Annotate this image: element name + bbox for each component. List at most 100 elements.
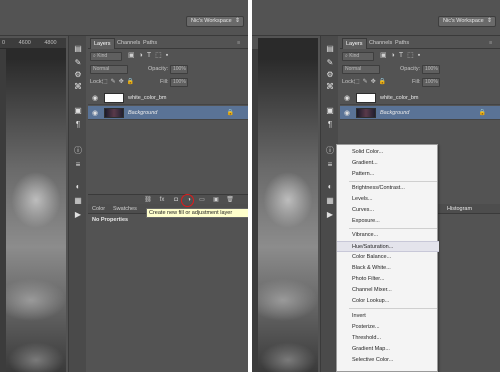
fx-icon[interactable]: fx <box>158 196 166 204</box>
menu-item-vibrance[interactable]: Vibrance... <box>337 230 439 241</box>
lock-row: Lock: ⬚✎✥🔒 Fill: 100% <box>340 76 500 88</box>
workspace-switcher[interactable]: Nic's Workspace ⇕ <box>438 16 496 27</box>
properties-icon[interactable]: ≡ <box>73 160 83 169</box>
menu-item-threshold[interactable]: Threshold... <box>337 333 439 344</box>
layers-bottom-bar: ⛓ fx ◘ ◑ ▭ ▣ 🗑 <box>88 194 248 204</box>
clone-source-icon[interactable]: ⌘ <box>73 82 83 91</box>
properties-icon[interactable]: ≡ <box>325 160 335 169</box>
tab-channels[interactable]: Channels <box>366 38 395 49</box>
layer-row[interactable]: ◉ white_color_bm <box>88 91 248 105</box>
menu-separator <box>349 228 437 229</box>
menu-item-color-lookup[interactable]: Color Lookup... <box>337 296 439 307</box>
opacity-field[interactable]: 100% <box>170 64 188 74</box>
tab-layers[interactable]: Layers <box>90 38 115 49</box>
brush-presets-icon[interactable]: ✎ <box>73 58 83 67</box>
layer-thumbnail <box>104 93 124 103</box>
tooltip-text: Create new fill or adjustment layer <box>149 210 233 216</box>
paragraph-icon[interactable]: ¶ <box>325 120 335 129</box>
tab-paths[interactable]: Paths <box>140 38 160 49</box>
layer-row-selected[interactable]: ◉ Background 🔒 <box>340 106 500 120</box>
menu-item-pattern[interactable]: Pattern... <box>337 169 439 180</box>
lock-icons[interactable]: ⬚✎✥🔒 <box>102 76 137 88</box>
blend-mode-select[interactable]: Normal <box>90 64 128 74</box>
menu-item-black-white[interactable]: Black & White... <box>337 263 439 274</box>
menu-item-photo-filter[interactable]: Photo Filter... <box>337 274 439 285</box>
blend-row: Normal Opacity: 100% <box>88 63 248 75</box>
info-icon[interactable]: ⓘ <box>73 146 83 155</box>
filter-kind-select[interactable]: ⌕ Kind <box>342 51 374 61</box>
adjust-icon[interactable]: ⚙ <box>73 70 83 79</box>
lock-icons[interactable]: ⬚✎✥🔒 <box>354 76 389 88</box>
menu-item-solid-color[interactable]: Solid Color... <box>337 147 439 158</box>
opacity-label: Opacity: <box>148 66 169 72</box>
filter-kind-label: Kind <box>97 52 108 59</box>
eye-icon[interactable]: ◉ <box>344 109 350 117</box>
lock-icon: 🔒 <box>478 110 486 116</box>
layer-filter-row: ⌕ Kind ▣◑T⬚▪ <box>340 50 500 62</box>
new-layer-icon[interactable]: ▣ <box>212 196 220 204</box>
eye-icon[interactable]: ◉ <box>344 94 350 102</box>
menu-item-levels[interactable]: Levels... <box>337 194 439 205</box>
fill-value: 100% <box>425 78 438 85</box>
brush-presets-icon[interactable]: ✎ <box>325 58 335 67</box>
menu-item-selective-color[interactable]: Selective Color... <box>337 355 439 366</box>
filter-kind-select[interactable]: ⌕ Kind <box>90 51 122 61</box>
layer-row[interactable]: ◉ white_color_bm <box>340 91 500 105</box>
menu-item-brightness-contrast[interactable]: Brightness/Contrast... <box>337 183 439 194</box>
panel-menu-icon[interactable]: ≡ <box>234 38 243 49</box>
actions-icon[interactable]: ▶ <box>325 210 335 219</box>
layer-row-selected[interactable]: ◉ Background 🔒 <box>88 106 248 120</box>
blend-mode-select[interactable]: Normal <box>342 64 380 74</box>
filter-icons[interactable]: ▣◑T⬚▪ <box>128 50 172 62</box>
panel-menu-icon[interactable]: ≡ <box>486 38 495 49</box>
tab-channels[interactable]: Channels <box>114 38 143 49</box>
right-screenshot: Nic's Workspace ⇕ ▤ ✎ ⚙ ⌘ ▣ ¶ ⓘ ≡ ◐ ▦ ▶ … <box>252 0 500 372</box>
mask-icon[interactable]: ◘ <box>172 196 180 204</box>
menu-item-exposure[interactable]: Exposure... <box>337 216 439 227</box>
swatches-icon[interactable]: ▦ <box>73 196 83 205</box>
fill-field[interactable]: 100% <box>422 77 440 87</box>
filter-icons[interactable]: ▣◑T⬚▪ <box>380 50 424 62</box>
eye-icon[interactable]: ◉ <box>92 109 98 117</box>
document-canvas[interactable] <box>6 60 66 372</box>
tab-histogram[interactable]: Histogram <box>444 204 475 214</box>
menu-item-posterize[interactable]: Posterize... <box>337 322 439 333</box>
opacity-field[interactable]: 100% <box>422 64 440 74</box>
folder-icon[interactable]: ▭ <box>198 196 206 204</box>
fill-field[interactable]: 100% <box>170 77 188 87</box>
history-icon[interactable]: ▤ <box>73 44 83 53</box>
workspace-switcher[interactable]: Nic's Workspace ⇕ <box>186 16 244 27</box>
layer-thumbnail <box>104 108 124 118</box>
color-icon[interactable]: ◐ <box>73 182 83 191</box>
panel-tabs: Layers Channels Paths ≡ <box>340 38 500 49</box>
color-icon[interactable]: ◐ <box>325 182 335 191</box>
menu-item-curves[interactable]: Curves... <box>337 205 439 216</box>
tab-layers[interactable]: Layers <box>342 38 367 49</box>
horizontal-ruler: 0 4600 4800 5000 5200 <box>0 38 66 49</box>
menu-item-color-balance[interactable]: Color Balance... <box>337 252 439 263</box>
history-icon[interactable]: ▤ <box>325 44 335 53</box>
menu-item-gradient[interactable]: Gradient... <box>337 158 439 169</box>
blend-mode-label: Normal <box>345 65 362 72</box>
adjust-icon[interactable]: ⚙ <box>325 70 335 79</box>
menu-item-hue-saturation[interactable]: Hue/Saturation... <box>337 241 439 252</box>
character-icon[interactable]: ▣ <box>73 106 83 115</box>
menu-separator <box>349 308 437 309</box>
left-screenshot: Nic's Workspace ⇕ 0 4600 4800 5000 5200 … <box>0 0 248 372</box>
tab-color[interactable]: Color <box>89 204 108 214</box>
menu-item-invert[interactable]: Invert <box>337 311 439 322</box>
swatches-icon[interactable]: ▦ <box>325 196 335 205</box>
menu-item-gradient-map[interactable]: Gradient Map... <box>337 344 439 355</box>
tab-paths[interactable]: Paths <box>392 38 412 49</box>
paragraph-icon[interactable]: ¶ <box>73 120 83 129</box>
menu-item-channel-mixer[interactable]: Channel Mixer... <box>337 285 439 296</box>
tab-swatches[interactable]: Swatches <box>110 204 140 214</box>
link-icon[interactable]: ⛓ <box>144 196 152 204</box>
trash-icon[interactable]: 🗑 <box>226 196 234 204</box>
document-canvas[interactable] <box>258 60 318 372</box>
eye-icon[interactable]: ◉ <box>92 94 98 102</box>
actions-icon[interactable]: ▶ <box>73 210 83 219</box>
character-icon[interactable]: ▣ <box>325 106 335 115</box>
clone-source-icon[interactable]: ⌘ <box>325 82 335 91</box>
info-icon[interactable]: ⓘ <box>325 146 335 155</box>
